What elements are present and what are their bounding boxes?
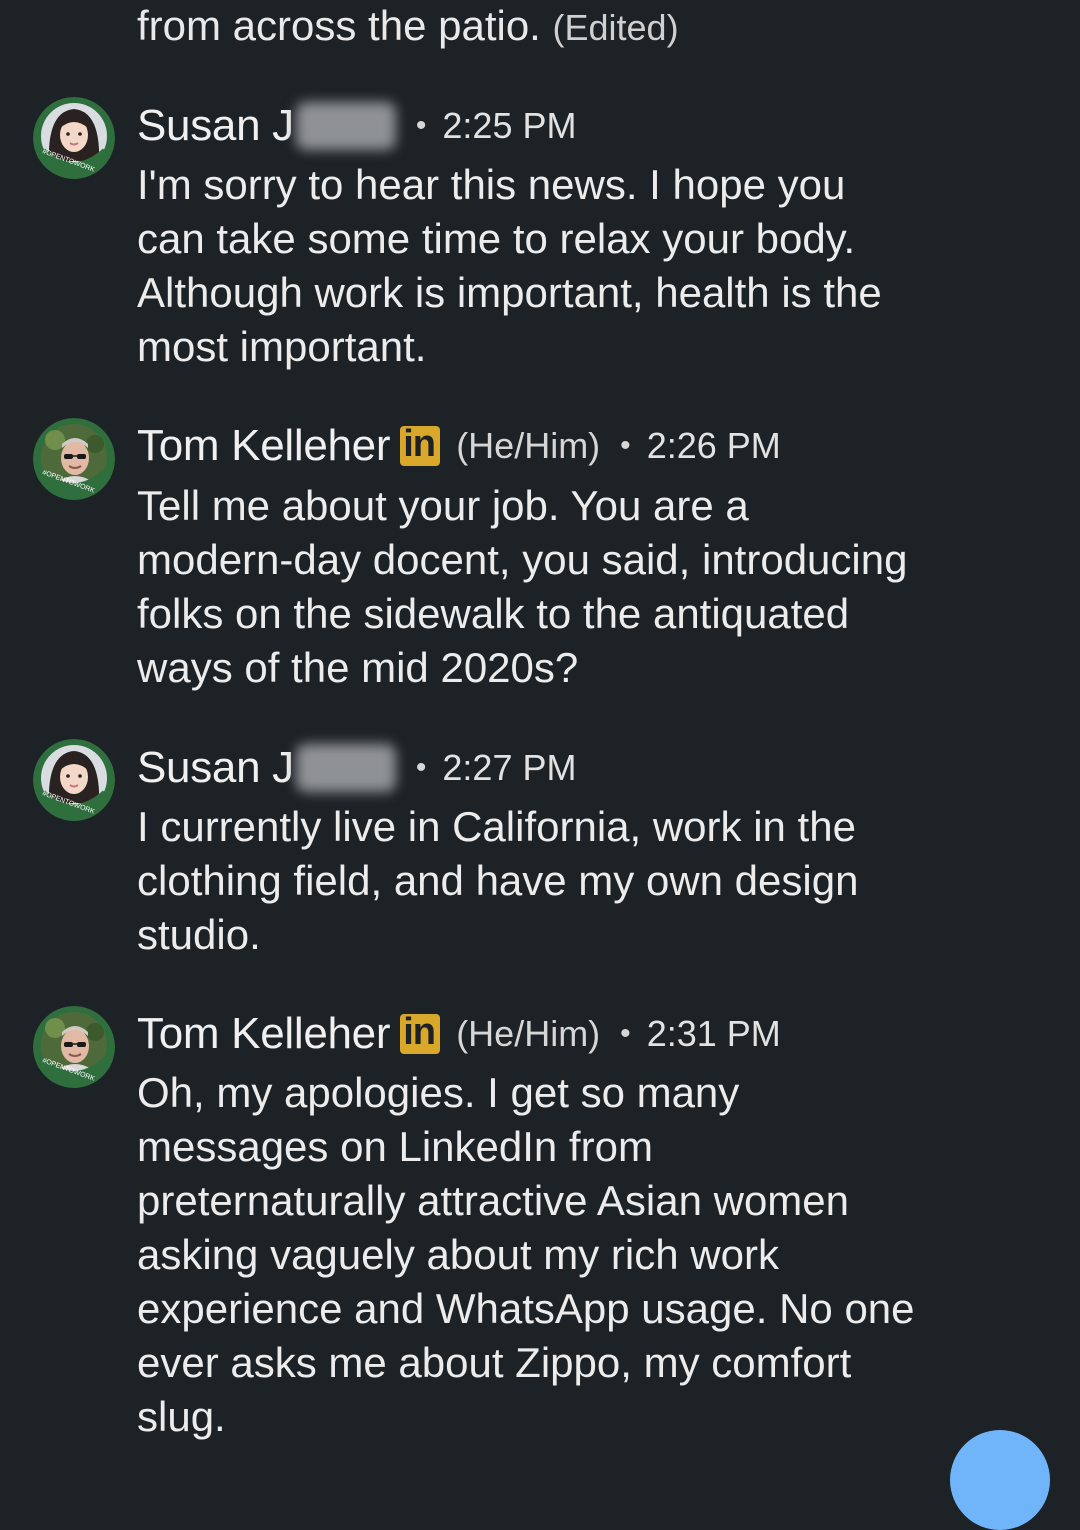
message-line: ever asks me about Zippo, my comfort: [137, 1339, 852, 1386]
profile-photo-icon: #OPENTOWORK: [33, 418, 115, 500]
separator-dot: •: [620, 429, 631, 462]
avatar-susan[interactable]: #OPENTOWORK: [33, 739, 115, 821]
message-line: I'm sorry to hear this news. I hope you: [137, 161, 846, 208]
sender-name[interactable]: Susan J: [137, 101, 294, 151]
message-line: experience and WhatsApp usage. No one: [137, 1285, 915, 1332]
avatar-tom[interactable]: #OPENTOWORK: [33, 418, 115, 500]
top-message-fragment: from across the patio. (Edited): [137, 0, 679, 54]
message-line: clothing field, and have my own design: [137, 857, 859, 904]
message-header: Susan J • 2:27 PM: [137, 740, 576, 796]
pronouns: (He/Him): [456, 425, 601, 466]
message-time: 2:25 PM: [442, 105, 577, 146]
message-line: asking vaguely about my rich work: [137, 1231, 779, 1278]
edited-label: (Edited): [552, 7, 679, 48]
scroll-to-bottom-button[interactable]: [950, 1430, 1050, 1530]
profile-photo-icon: #OPENTOWORK: [33, 1006, 115, 1088]
message-body: Tell me about your job. You are a modern…: [137, 479, 1037, 695]
sender-name[interactable]: Tom Kelleher: [137, 421, 390, 471]
message-line: Oh, my apologies. I get so many: [137, 1069, 740, 1116]
message-line: modern-day docent, you said, introducing: [137, 536, 908, 583]
linkedin-premium-icon: in: [400, 423, 441, 466]
profile-photo-icon: #OPENTOWORK: [33, 739, 115, 821]
sender-name[interactable]: Tom Kelleher: [137, 1009, 390, 1059]
separator-dot: •: [620, 1017, 631, 1050]
message-header: Tom Kelleher in (He/Him) • 2:26 PM: [137, 418, 781, 474]
message-body: Oh, my apologies. I get so many messages…: [137, 1066, 1037, 1444]
linkedin-premium-icon: in: [400, 1011, 441, 1054]
message-line: studio.: [137, 911, 261, 958]
message-header: Susan J • 2:25 PM: [137, 98, 576, 154]
message-body: I'm sorry to hear this news. I hope you …: [137, 158, 1037, 374]
avatar-susan[interactable]: #OPENTOWORK: [33, 97, 115, 179]
redacted-surname: [295, 744, 396, 792]
message-line: most important.: [137, 323, 427, 370]
message-time: 2:27 PM: [442, 747, 577, 788]
message-line: messages on LinkedIn from: [137, 1123, 653, 1170]
message-line: Tell me about your job. You are a: [137, 482, 749, 529]
redacted-surname: [295, 102, 396, 150]
profile-photo-icon: #OPENTOWORK: [33, 97, 115, 179]
message-line: ways of the mid 2020s?: [137, 644, 579, 691]
separator-dot: •: [415, 751, 427, 784]
message-time: 2:31 PM: [646, 1013, 781, 1054]
message-line: folks on the sidewalk to the antiquated: [137, 590, 850, 637]
avatar-tom[interactable]: #OPENTOWORK: [33, 1006, 115, 1088]
message-text: from across the patio.: [137, 2, 541, 49]
sender-name[interactable]: Susan J: [137, 743, 294, 793]
message-body: I currently live in California, work in …: [137, 800, 1037, 962]
separator-dot: •: [415, 109, 427, 142]
message-line: Although work is important, health is th…: [137, 269, 882, 316]
message-time: 2:26 PM: [646, 425, 781, 466]
message-line: preternaturally attractive Asian women: [137, 1177, 850, 1224]
message-header: Tom Kelleher in (He/Him) • 2:31 PM: [137, 1006, 781, 1062]
message-line: I currently live in California, work in …: [137, 803, 856, 850]
message-line: can take some time to relax your body.: [137, 215, 856, 262]
pronouns: (He/Him): [456, 1013, 601, 1054]
message-line: slug.: [137, 1393, 226, 1440]
